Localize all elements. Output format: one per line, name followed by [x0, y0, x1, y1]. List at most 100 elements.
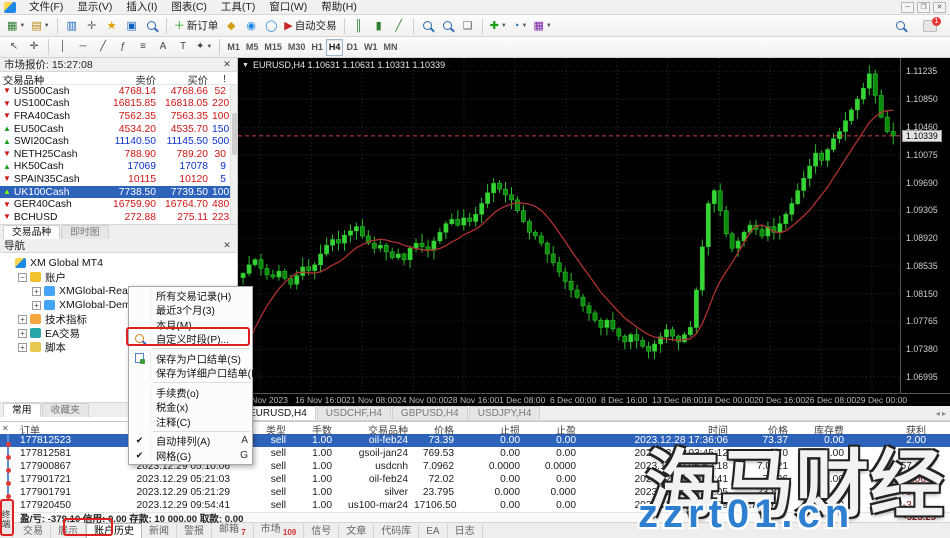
vertical-line-button[interactable]: │	[53, 38, 73, 56]
market-watch-row[interactable]: ▼SPAIN35Cash10115101205	[0, 173, 237, 186]
navigator-item[interactable]: −账户	[0, 270, 237, 284]
timeframe-button-H1[interactable]: H1	[308, 39, 326, 56]
menu-item-W[interactable]: 窗口(W)	[262, 0, 314, 14]
shapes-button[interactable]: ✦▼	[193, 38, 215, 56]
chevron-down-icon[interactable]: ▼	[242, 62, 249, 69]
metaeditor-button[interactable]: ◆	[221, 17, 241, 35]
terminal-tab-文章[interactable]: 文章	[339, 524, 374, 538]
text-button[interactable]: A	[153, 38, 173, 56]
close-button[interactable]: ✕	[933, 2, 946, 13]
timeframe-button-M15[interactable]: M15	[261, 39, 285, 56]
history-row[interactable]: 1779017212023.12.29 05:21:03sell1.00oil-…	[0, 473, 950, 486]
indicators-button[interactable]: ✚▼	[487, 17, 510, 35]
market-watch-row[interactable]: ▲SWI20Cash11140.5011145.50500	[0, 135, 237, 148]
terminal-tab-邮箱[interactable]: 邮箱 7	[212, 522, 254, 538]
terminal-tab-交易[interactable]: 交易	[16, 524, 51, 538]
navigator-tab-favorites[interactable]: 收藏夹	[42, 403, 89, 417]
market-watch-row[interactable]: ▼US100Cash16815.8516818.05220	[0, 98, 237, 111]
periods-button[interactable]: ◔▼	[510, 17, 531, 35]
context-menu-item[interactable]: ✔自动排列(A)A	[129, 434, 252, 449]
crosshair-button[interactable]: ✛	[24, 38, 44, 56]
channel-button[interactable]: ≡	[133, 38, 153, 56]
collapse-icon[interactable]: −	[18, 273, 27, 282]
market-watch-row[interactable]: ▲EU50Cash4534.204535.70150	[0, 123, 237, 136]
minimize-button[interactable]: ─	[901, 2, 914, 13]
close-icon[interactable]: ✕	[2, 424, 9, 433]
terminal-tab-新闻[interactable]: 新闻	[142, 524, 177, 538]
menu-item-F[interactable]: 文件(F)	[22, 0, 70, 14]
terminal-tab-代码库[interactable]: 代码库	[374, 524, 419, 538]
market-watch-tab-tick[interactable]: 即时图	[61, 225, 108, 239]
search-button[interactable]	[890, 17, 910, 35]
chart-tab-usdjpy[interactable]: USDJPY,H4	[469, 406, 541, 420]
terminal-tab-账户历史[interactable]: 账户历史	[86, 523, 142, 538]
context-menu-item[interactable]: 所有交易记录(H)	[129, 288, 252, 303]
menu-item-H[interactable]: 帮助(H)	[314, 0, 364, 14]
terminal-tab-信号[interactable]: 信号	[304, 524, 339, 538]
expand-icon[interactable]: +	[18, 315, 27, 324]
community-button[interactable]: ◉	[241, 17, 261, 35]
chart-tab-usdchf[interactable]: USDCHF,H4	[317, 406, 391, 420]
navigator-button[interactable]: ★	[102, 17, 122, 35]
timeframe-button-M1[interactable]: M1	[224, 39, 243, 56]
column-spread[interactable]: !	[212, 74, 230, 85]
menu-item-V[interactable]: 显示(V)	[70, 0, 119, 14]
column-symbol[interactable]: 交易品种	[0, 72, 102, 87]
context-menu-item[interactable]: ✔网格(G)G	[129, 448, 252, 463]
notifications-button[interactable]	[920, 17, 940, 35]
context-menu-item[interactable]: 手续费(o)	[129, 385, 252, 400]
close-icon[interactable]: ✕	[221, 240, 233, 251]
expand-icon[interactable]: +	[32, 287, 41, 296]
menu-item-T[interactable]: 工具(T)	[214, 0, 262, 14]
context-menu-item[interactable]: 保存为详细户口结单(D)	[129, 366, 252, 381]
fibonacci-button[interactable]: ƒ	[113, 38, 133, 56]
context-menu-item[interactable]: 注释(C)	[129, 414, 252, 429]
column-bid[interactable]: 卖价	[102, 72, 160, 87]
candle-chart-type-button[interactable]: ▮	[369, 17, 389, 35]
market-watch-tab-symbols[interactable]: 交易品种	[3, 225, 60, 239]
label-button[interactable]: T	[173, 38, 193, 56]
market-watch-row[interactable]: ▲UK100Cash7738.507739.50100	[0, 186, 237, 199]
context-menu-item[interactable]: 本月(M)	[129, 317, 252, 332]
tile-windows-button[interactable]: ❏	[458, 17, 478, 35]
timeframe-button-MN[interactable]: MN	[380, 39, 400, 56]
strategy-tester-button[interactable]	[142, 17, 162, 35]
market-watch-row[interactable]: ▼NETH25Cash788.90789.2030	[0, 148, 237, 161]
market-watch-row[interactable]: ▲HK50Cash17069170789	[0, 161, 237, 174]
expand-icon[interactable]: +	[32, 301, 41, 310]
terminal-vertical-caption[interactable]: 终端	[0, 500, 13, 538]
terminal-tab-EA[interactable]: EA	[419, 524, 447, 538]
website-button[interactable]: ◯	[261, 17, 281, 35]
timeframe-button-W1[interactable]: W1	[361, 39, 381, 56]
context-menu-item[interactable]: 自定义时段(P)...	[129, 332, 252, 347]
market-watch-button[interactable]: ▥	[62, 17, 82, 35]
context-menu-item[interactable]: 税金(x)	[129, 400, 252, 415]
new-chart-button[interactable]: ▦▼	[4, 17, 28, 35]
market-watch-row[interactable]: ▼US500Cash4768.144768.6652	[0, 85, 237, 98]
chart-tab-gbpusd[interactable]: GBPUSD,H4	[392, 406, 468, 420]
templates-button[interactable]: ▦▼	[530, 17, 554, 35]
profiles-button[interactable]: ▤▼	[28, 17, 52, 35]
market-watch-row[interactable]: ▼GER40Cash16759.9016764.70480	[0, 198, 237, 211]
new-order-button[interactable]: ＋新订单	[171, 17, 222, 35]
horizontal-line-button[interactable]: ─	[73, 38, 93, 56]
menu-item-I[interactable]: 插入(I)	[119, 0, 164, 14]
context-menu-item[interactable]: 最近3个月(3)	[129, 303, 252, 318]
terminal-tab-市场[interactable]: 市场 109	[254, 522, 305, 538]
market-watch-row[interactable]: ▼FRA40Cash7562.357563.35100	[0, 110, 237, 123]
close-icon[interactable]: ✕	[221, 59, 233, 70]
timeframe-button-D1[interactable]: D1	[343, 39, 361, 56]
expand-icon[interactable]: +	[18, 329, 27, 338]
restore-button[interactable]: ❐	[917, 2, 930, 13]
zoom-in-button[interactable]	[418, 17, 438, 35]
terminal-tab-警报[interactable]: 警报	[177, 524, 212, 538]
line-chart-type-button[interactable]: ╱	[389, 17, 409, 35]
history-row[interactable]: 1779017912023.12.29 05:21:29sell1.00silv…	[0, 486, 950, 499]
menu-item-C[interactable]: 图表(C)	[164, 0, 214, 14]
cursor-button[interactable]: ↖	[4, 38, 24, 56]
scrollbar[interactable]	[230, 85, 237, 224]
terminal-tab-日志[interactable]: 日志	[448, 524, 483, 538]
terminal-tab-展示[interactable]: 展示	[51, 524, 86, 538]
expand-icon[interactable]: +	[18, 343, 27, 352]
scrollbar-thumb[interactable]	[232, 113, 237, 155]
